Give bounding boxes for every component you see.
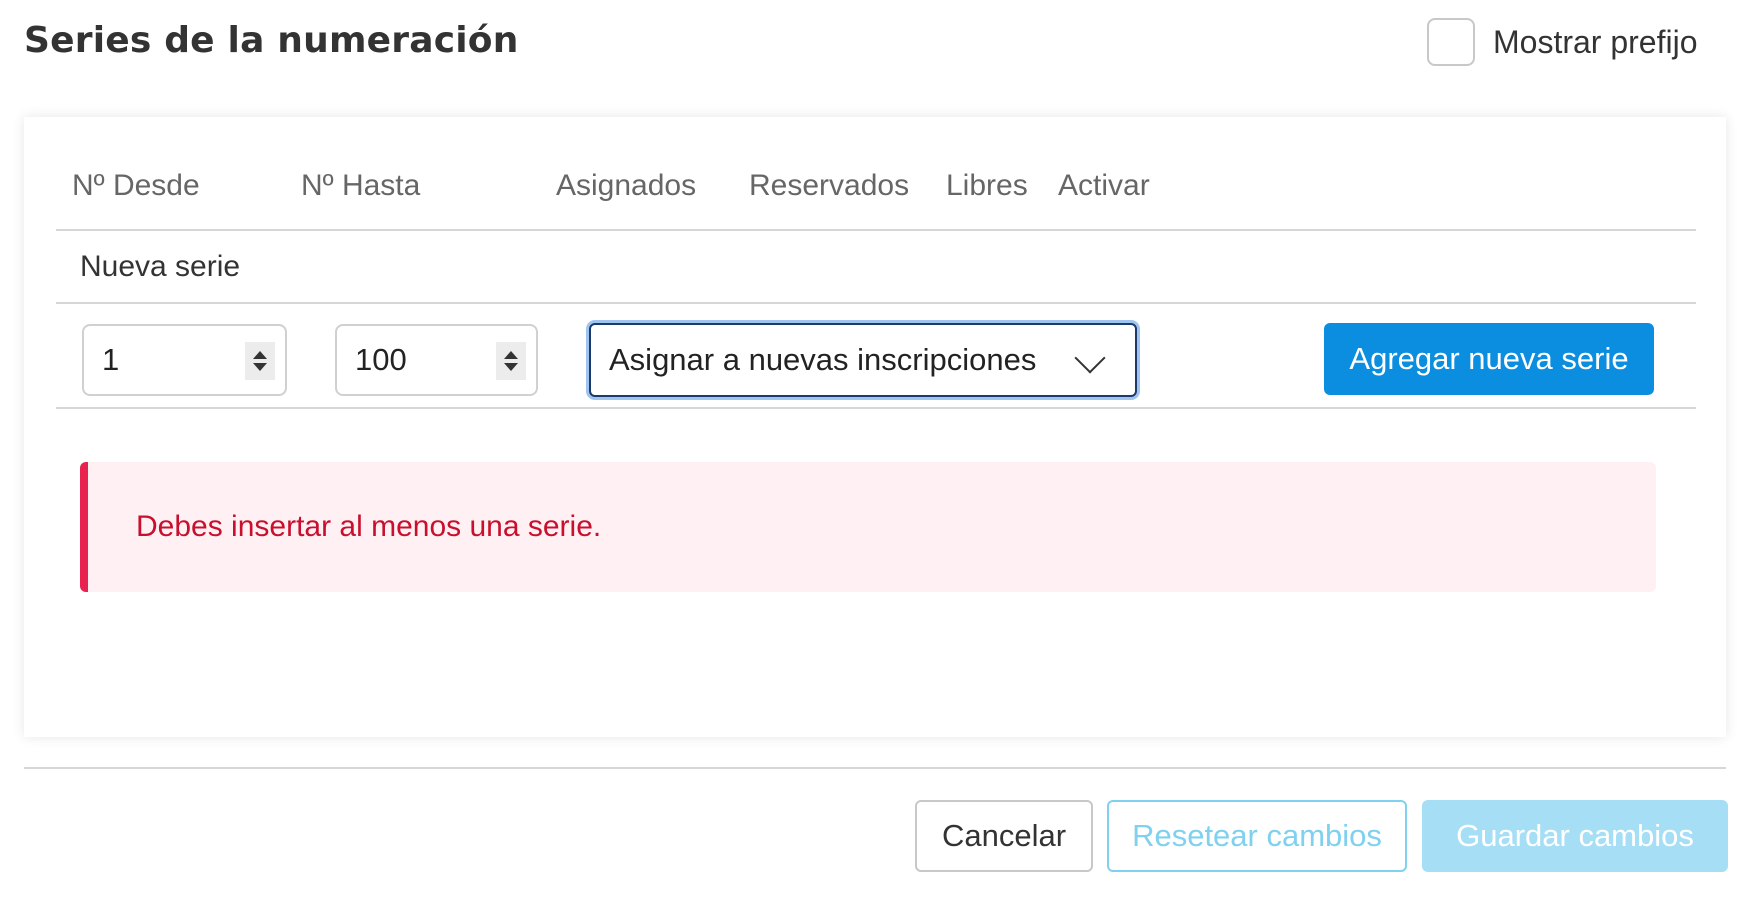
stepper-down-icon[interactable]: [253, 363, 267, 371]
column-header-to: Nº Hasta: [301, 169, 421, 202]
save-changes-button[interactable]: Guardar cambios: [1422, 800, 1728, 872]
header-divider: [56, 229, 1696, 231]
to-number-input[interactable]: 100: [335, 324, 538, 396]
stepper-down-icon[interactable]: [504, 363, 518, 371]
numbering-series-page: Series de la numeración Mostrar prefijo …: [0, 0, 1758, 920]
error-alert: Debes insertar al menos una serie.: [80, 462, 1656, 592]
cancel-button[interactable]: Cancelar: [915, 800, 1093, 872]
to-number-stepper[interactable]: [496, 342, 526, 380]
column-header-free: Libres: [946, 169, 1028, 202]
stepper-up-icon[interactable]: [253, 351, 267, 359]
footer-divider: [24, 767, 1726, 769]
stepper-up-icon[interactable]: [504, 351, 518, 359]
column-header-activate: Activar: [1058, 169, 1150, 202]
series-card: Nº Desde Nº Hasta Asignados Reservados L…: [24, 117, 1726, 737]
page-title: Series de la numeración: [24, 20, 519, 61]
from-number-stepper[interactable]: [245, 342, 275, 380]
show-prefix-label: Mostrar prefijo: [1493, 23, 1698, 60]
show-prefix-toggle[interactable]: Mostrar prefijo: [1427, 18, 1698, 66]
show-prefix-checkbox[interactable]: [1427, 18, 1475, 66]
column-header-assigned: Asignados: [556, 169, 697, 202]
new-series-label: Nueva serie: [80, 250, 241, 283]
assign-mode-select[interactable]: Asignar a nuevas inscripciones: [589, 323, 1137, 397]
error-message: Debes insertar al menos una serie.: [136, 510, 602, 543]
row-divider: [56, 407, 1696, 409]
from-number-input[interactable]: 1: [82, 324, 287, 396]
column-header-from: Nº Desde: [72, 169, 200, 202]
section-divider: [56, 302, 1696, 304]
add-new-series-button[interactable]: Agregar nueva serie: [1324, 323, 1654, 395]
chevron-down-icon: [1074, 342, 1106, 374]
reset-changes-button[interactable]: Resetear cambios: [1107, 800, 1407, 872]
from-number-value: 1: [102, 342, 120, 377]
assign-mode-value: Asignar a nuevas inscripciones: [609, 342, 1037, 377]
column-header-reserved: Reservados: [749, 169, 910, 202]
to-number-value: 100: [355, 342, 407, 377]
